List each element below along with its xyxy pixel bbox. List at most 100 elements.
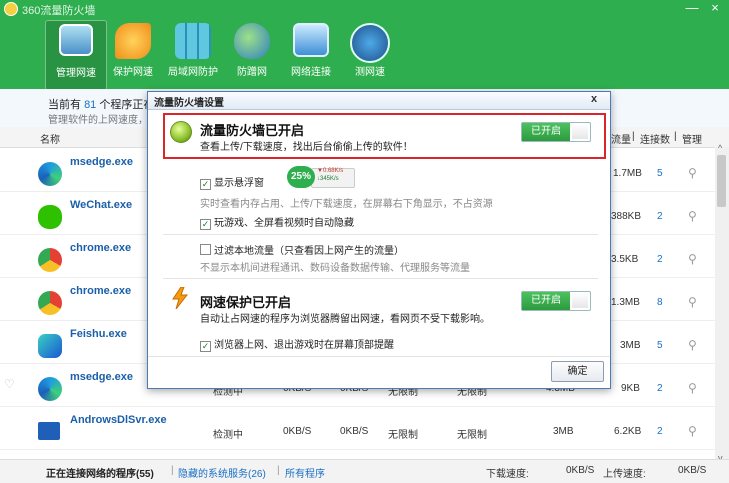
tab-sep: | xyxy=(171,465,174,476)
checkbox-check-icon: ✓ xyxy=(200,341,211,352)
toggle-on-label: 已开启 xyxy=(522,292,570,310)
tool-label: 测网速 xyxy=(355,67,385,78)
connection-count[interactable]: 5 xyxy=(657,340,663,351)
title-bar: 360流量防火墙 — × xyxy=(0,0,729,20)
process-name: WeChat.exe xyxy=(70,199,133,211)
browser-remind-checkbox[interactable]: ✓ 浏览器上网、退出游戏时在屏幕顶部提醒 xyxy=(200,336,394,352)
col-flow[interactable]: 流量 xyxy=(611,131,631,146)
col-connections[interactable]: 连接数 xyxy=(640,131,670,146)
flow-value: 3.5KB xyxy=(611,254,639,265)
manage-wrench-icon[interactable]: ⚲ xyxy=(688,166,697,180)
auto-hide-label: 玩游戏、全屏看视频时自动隐藏 xyxy=(214,218,354,229)
process-name: msedge.exe xyxy=(70,371,133,383)
speedometer-icon xyxy=(350,23,390,63)
toggle-knob xyxy=(572,124,588,139)
down-limit[interactable]: 无限制 xyxy=(388,426,418,441)
flow-value: 1.3MB xyxy=(611,297,640,308)
tool-manage-speed[interactable]: 管理网速 xyxy=(45,20,107,91)
manage-wrench-icon[interactable]: ⚲ xyxy=(688,381,697,395)
manage-wrench-icon[interactable]: ⚲ xyxy=(688,295,697,309)
vertical-scrollbar[interactable]: ^ v xyxy=(715,143,729,463)
firewall-toggle[interactable]: 已开启 xyxy=(521,122,591,142)
tab-connected-programs[interactable]: 正在连接网络的程序(55) xyxy=(46,465,154,480)
flow-value: 3MB xyxy=(620,340,641,351)
connection-count[interactable]: 2 xyxy=(657,383,663,394)
preview-download-speed: ↓345K/s xyxy=(317,176,339,182)
divider xyxy=(163,234,598,235)
firewall-status-subtitle: 查看上传/下载速度，找出后台偷偷上传的软件！ xyxy=(200,142,413,153)
app-logo-icon xyxy=(4,2,18,16)
lan-grid-icon xyxy=(175,23,211,59)
filter-description: 不显示本机间进程通讯、数码设备数据传输、代理服务等流量 xyxy=(200,263,470,274)
col-manage[interactable]: 管理 xyxy=(682,131,702,146)
chrome-icon xyxy=(38,248,62,272)
edge-icon xyxy=(38,162,62,186)
scroll-up-icon[interactable]: ^ xyxy=(718,143,722,153)
tool-protect-speed[interactable]: 保护网速 xyxy=(103,20,163,89)
minimize-button[interactable]: — xyxy=(682,0,702,15)
process-name: chrome.exe xyxy=(70,242,132,254)
tool-lan-protect[interactable]: 局域网防护 xyxy=(163,20,223,89)
auto-hide-checkbox[interactable]: ✓ 玩游戏、全屏看视频时自动隐藏 xyxy=(200,214,354,230)
dialog-title: 流量防火墙设置 xyxy=(154,98,224,109)
table-row[interactable]: AndrowsDlSvr.exe 检测中 0KB/S 0KB/S 无限制 无限制… xyxy=(0,406,715,450)
tool-label: 防蹭网 xyxy=(237,67,267,78)
process-name: msedge.exe xyxy=(70,156,133,168)
tool-label: 局域网防护 xyxy=(168,67,218,78)
connection-count[interactable]: 2 xyxy=(657,254,663,265)
dialog-close-button[interactable]: x xyxy=(591,93,597,105)
main-toolbar: 管理网速 保护网速 局域网防护 防蹭网 网络连接 测网速 xyxy=(0,20,729,91)
app-window-icon xyxy=(38,422,60,440)
process-name: Feishu.exe xyxy=(70,328,127,340)
manage-wrench-icon[interactable]: ⚲ xyxy=(688,209,697,223)
filter-local-checkbox[interactable]: 过滤本地流量（只查看因上网产生的流量） xyxy=(200,242,404,257)
info-subtitle: 管理软件的上网速度， xyxy=(48,115,148,126)
network-monitor-icon xyxy=(293,23,329,57)
tool-network-connection[interactable]: 网络连接 xyxy=(281,20,341,89)
status-bar: 正在连接网络的程序(55) | 隐藏的系统服务(26) | 所有程序 下载速度:… xyxy=(0,459,729,483)
col-name[interactable]: 名称 xyxy=(40,131,60,146)
manage-wrench-icon[interactable]: ⚲ xyxy=(688,252,697,266)
connection-count[interactable]: 5 xyxy=(657,168,663,179)
speed-protect-title: 网速保护已开启 xyxy=(200,295,292,310)
manage-wrench-icon[interactable]: ⚲ xyxy=(688,424,697,438)
ok-button[interactable]: 确定 xyxy=(551,361,604,382)
tool-label: 管理网速 xyxy=(56,68,96,79)
speed-protect-subtitle: 自动让占网速的程序为浏览器腾留出网速，看网页不受下载影响。 xyxy=(200,314,490,325)
edge-icon xyxy=(38,377,62,401)
connection-count[interactable]: 8 xyxy=(657,297,663,308)
download-speed-label: 下载速度: xyxy=(486,469,529,480)
manage-wrench-icon[interactable]: ⚲ xyxy=(688,338,697,352)
dialog-header: 流量防火墙设置 x xyxy=(148,92,610,110)
download-speed-value: 0KB/S xyxy=(566,465,595,476)
firewall-shield-icon xyxy=(170,121,192,143)
lightning-shield-icon xyxy=(115,23,151,59)
connection-count[interactable]: 2 xyxy=(657,426,663,437)
connection-count[interactable]: 2 xyxy=(657,211,663,222)
tab-all-programs[interactable]: 所有程序 xyxy=(285,465,325,480)
col-sep: | xyxy=(674,131,677,142)
tab-sep: | xyxy=(277,465,280,476)
toggle-on-label: 已开启 xyxy=(522,123,570,141)
program-count[interactable]: 81 xyxy=(84,99,96,111)
show-float-checkbox[interactable]: ✓ 显示悬浮窗 xyxy=(200,174,264,190)
up-limit[interactable]: 无限制 xyxy=(457,426,487,441)
preview-download-value: 345K/s xyxy=(320,176,339,182)
browser-remind-label: 浏览器上网、退出游戏时在屏幕顶部提醒 xyxy=(214,340,394,351)
scroll-thumb[interactable] xyxy=(717,155,726,207)
close-window-button[interactable]: × xyxy=(705,0,725,15)
favorite-heart-icon[interactable]: ♡ xyxy=(4,377,15,391)
tool-anti-leech[interactable]: 防蹭网 xyxy=(222,20,282,89)
speed-protect-bolt-icon xyxy=(172,287,189,309)
program-count-text: 当前有 81 个程序正在 xyxy=(48,96,154,112)
speed-protect-toggle[interactable]: 已开启 xyxy=(521,291,591,311)
wechat-icon xyxy=(38,205,62,229)
flow-value: 6.2KB xyxy=(614,426,642,437)
tool-speed-test[interactable]: 测网速 xyxy=(340,20,400,89)
down-speed: 0KB/S xyxy=(283,426,312,437)
toggle-knob xyxy=(572,293,588,308)
footer-divider xyxy=(148,356,610,357)
float-description: 实时查看内存占用、上传/下载速度，在屏幕右下角显示，不占资源 xyxy=(200,199,493,210)
feishu-icon xyxy=(38,334,62,358)
tab-hidden-services[interactable]: 隐藏的系统服务(26) xyxy=(178,465,266,480)
